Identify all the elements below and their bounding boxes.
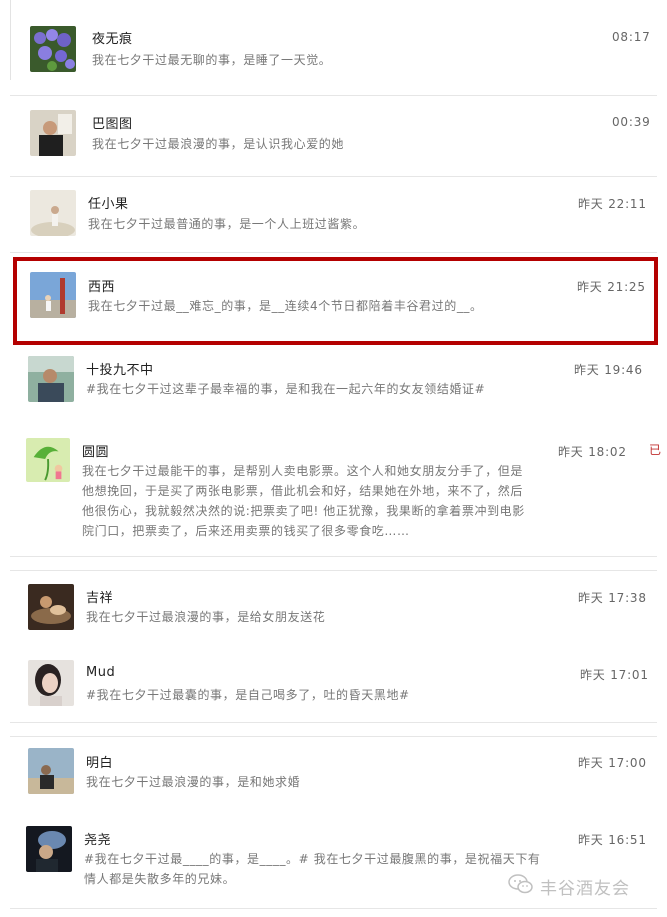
- comment-time: 昨天 17:38: [578, 591, 647, 605]
- comment-text: 我在七夕干过最浪漫的事，是和她求婚: [86, 775, 301, 789]
- comment-time: 昨天 16:51: [578, 833, 647, 847]
- commenter-name[interactable]: Mud: [86, 665, 115, 680]
- avatar[interactable]: [30, 190, 76, 236]
- commenter-name[interactable]: 夜无痕: [92, 28, 133, 47]
- watermark: 丰谷酒友会: [508, 873, 630, 900]
- avatar[interactable]: [28, 584, 74, 630]
- comment-text: 我在七夕干过最无聊的事，是睡了一天觉。: [92, 53, 332, 67]
- avatar[interactable]: [28, 660, 74, 706]
- comment-text: 我在七夕干过最普通的事，是一个人上班过酱紫。: [88, 217, 366, 231]
- divider: [10, 722, 657, 723]
- divider: [10, 556, 657, 557]
- comment-time: 昨天 19:46: [574, 363, 643, 377]
- divider: [10, 176, 657, 177]
- divider: [10, 736, 657, 737]
- comment-text-line: #我在七夕干过最____的事，是____。# 我在七夕干过最腹黑的事，是祝福天下…: [84, 852, 541, 866]
- comment-text-line: 院门口，把票卖了，后来还用卖票的钱买了很多零食吃……: [82, 524, 410, 538]
- comment-time: 昨天 18:02: [558, 445, 627, 459]
- avatar[interactable]: [30, 26, 76, 72]
- comment-text: #我在七夕干过最____的事，是____。# 我在七夕干过最腹黑的事，是祝福天下…: [84, 849, 564, 889]
- avatar[interactable]: [26, 826, 72, 872]
- comment-time: 昨天 17:01: [580, 668, 649, 682]
- comment-text-line: 他很伤心，我就毅然决然的说:把票卖了吧! 他正犹豫，我果断的拿着票冲到电影: [82, 504, 525, 518]
- commenter-name[interactable]: 十投九不中: [86, 359, 154, 378]
- commenter-name[interactable]: 明白: [86, 752, 113, 771]
- comment-text-line: 情人都是失散多年的兄妹。: [84, 872, 236, 886]
- divider: [10, 252, 657, 253]
- comment-text-line: 他想挽回，于是买了两张电影票，借此机会和好，结果她在外地，来不了，然后: [82, 484, 524, 498]
- avatar[interactable]: [28, 356, 74, 402]
- divider: [10, 908, 657, 909]
- wechat-icon: [508, 873, 534, 900]
- avatar[interactable]: [26, 438, 70, 482]
- comment-time: 昨天 17:00: [578, 756, 647, 770]
- comment-time: 08:17: [612, 30, 651, 44]
- comment-text: #我在七夕干过这辈子最幸福的事，是和我在一起六年的女友领结婚证#: [86, 382, 486, 396]
- comment-time: 00:39: [612, 115, 651, 129]
- comment-text: 我在七夕干过最能干的事，是帮别人卖电影票。这个人和她女朋友分手了，但是 他想挽回…: [82, 461, 552, 541]
- commenter-name[interactable]: 任小果: [88, 193, 129, 212]
- highlight-frame: [13, 257, 658, 345]
- truncated-label: 已: [649, 443, 662, 457]
- commenter-name[interactable]: 巴图图: [92, 113, 133, 132]
- left-rule: [10, 0, 11, 80]
- comment-time: 昨天 22:11: [578, 197, 647, 211]
- divider: [10, 95, 657, 96]
- avatar[interactable]: [28, 748, 74, 794]
- commenter-name[interactable]: 圆圆: [82, 441, 109, 460]
- comment-text: 我在七夕干过最浪漫的事，是给女朋友送花: [86, 610, 326, 624]
- watermark-text: 丰谷酒友会: [540, 879, 630, 899]
- commenter-name[interactable]: 吉祥: [86, 587, 113, 606]
- divider: [10, 570, 657, 571]
- avatar[interactable]: [30, 110, 76, 156]
- comment-text: 我在七夕干过最浪漫的事，是认识我心爱的她: [92, 137, 345, 151]
- comment-text-line: 我在七夕干过最能干的事，是帮别人卖电影票。这个人和她女朋友分手了，但是: [82, 464, 524, 478]
- commenter-name[interactable]: 尧尧: [84, 829, 111, 848]
- comment-text: #我在七夕干过最囊的事，是自己喝多了，吐的昏天黑地#: [86, 688, 410, 702]
